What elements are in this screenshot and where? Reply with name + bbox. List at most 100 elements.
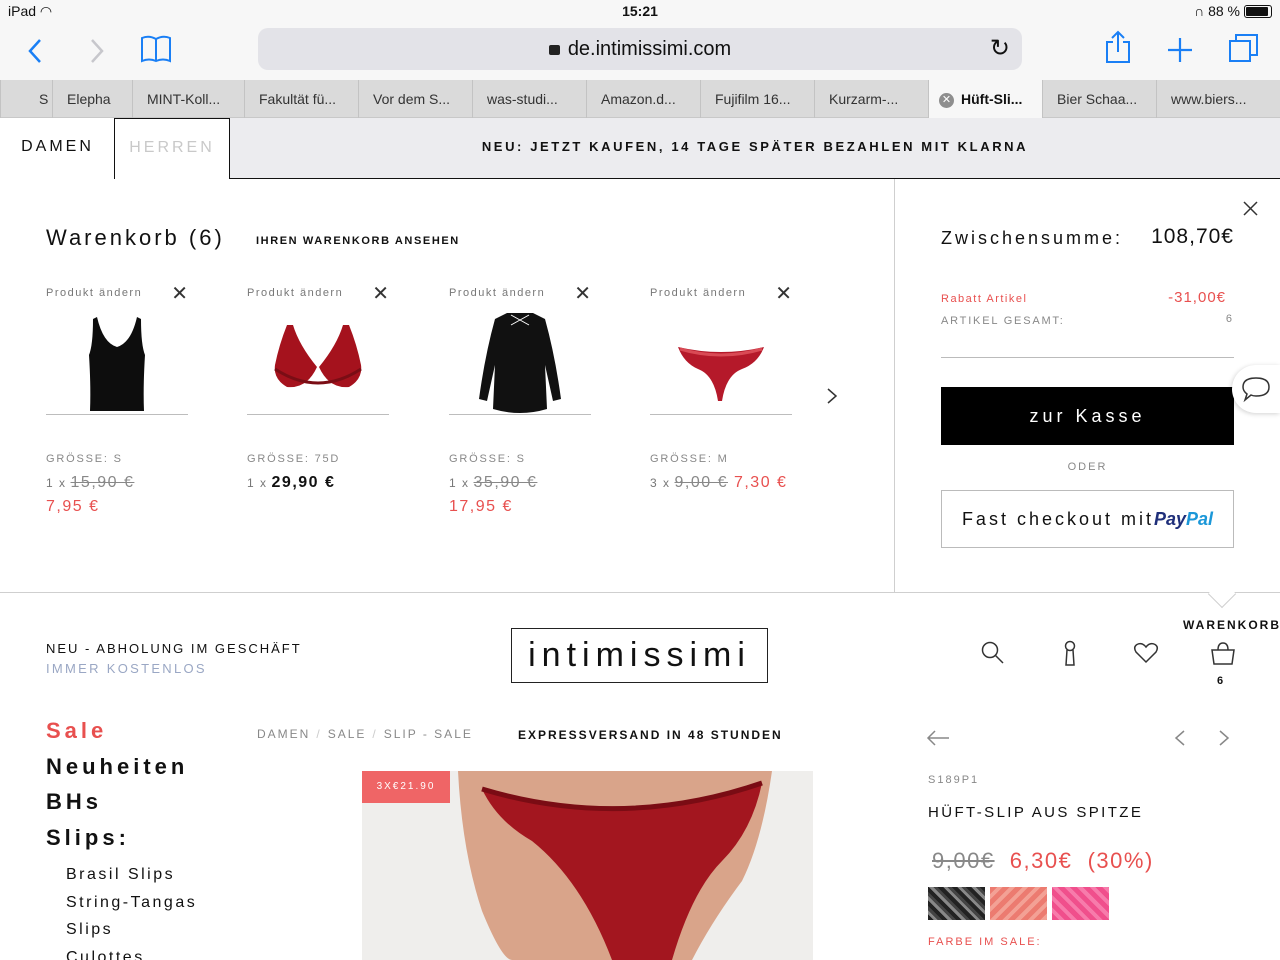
checkout-button[interactable]: zur Kasse [941, 387, 1234, 445]
cart-label[interactable]: WARENKORB [1183, 618, 1280, 632]
clock: 15:21 [622, 3, 658, 19]
submenu-string-tangas[interactable]: String-Tangas [66, 894, 197, 912]
color-swatch-black[interactable] [928, 887, 985, 920]
breadcrumb-slip-sale[interactable]: SLIP - SALE [384, 727, 473, 741]
tabs-overview-icon[interactable] [1228, 32, 1260, 64]
menu-slips[interactable]: Slips: [46, 825, 130, 851]
tab[interactable]: Fakultät fü... [244, 80, 358, 118]
promo-banner: NEU: JETZT KAUFEN, 14 TAGE SPÄTER BEZAHL… [230, 118, 1280, 178]
product-sku: S189P1 [928, 774, 980, 786]
shopping-bag-icon[interactable] [1210, 642, 1236, 666]
cart-count: 6 [1216, 675, 1224, 687]
subtotal-value: 108,70€ [1151, 225, 1234, 248]
url-text: de.intimissimi.com [567, 38, 732, 60]
remove-item-icon[interactable]: ✕ [775, 281, 792, 306]
tab[interactable]: Elepha [52, 80, 132, 118]
headphones-icon: ∩ [1194, 3, 1205, 19]
cart-flyout: Warenkorb (6) IHREN WARENKORB ANSEHEN Pr… [0, 179, 1280, 593]
prev-product-icon[interactable] [1174, 729, 1186, 747]
next-product-icon[interactable] [1218, 729, 1230, 747]
submenu-brasil-slips[interactable]: Brasil Slips [66, 866, 175, 884]
paypal-checkout-button[interactable]: Fast checkout mitPayPal [941, 490, 1234, 548]
product-name: HÜFT-SLIP AUS SPITZE [928, 804, 1144, 821]
product-image[interactable] [650, 305, 792, 415]
address-bar[interactable]: de.intimissimi.com ↻ [258, 28, 1022, 70]
forward-icon[interactable] [88, 38, 106, 64]
edit-product-link[interactable]: Produkt ändern [46, 287, 142, 299]
item-size: GRÖSSE: 75D [247, 453, 341, 465]
tab-bar: S Elepha MINT-Koll... Fakultät fü... Vor… [0, 80, 1280, 118]
item-size: GRÖSSE: S [46, 453, 123, 465]
tab[interactable]: S [0, 80, 52, 118]
item-price: 1 x 29,90 € [247, 474, 336, 491]
item-size: GRÖSSE: M [650, 453, 729, 465]
tab[interactable]: Kurzarm-... [814, 80, 928, 118]
store-locator-icon[interactable] [1060, 640, 1080, 666]
discount-label: Rabatt Artikel [941, 293, 1028, 305]
browser-toolbar: de.intimissimi.com ↻ [0, 22, 1280, 80]
total-items-label: ARTIKEL GESAMT: [941, 315, 1065, 327]
summary-divider [941, 357, 1234, 358]
remove-item-icon[interactable]: ✕ [372, 281, 389, 306]
menu-neuheiten[interactable]: Neuheiten [46, 754, 188, 780]
new-tab-icon[interactable] [1166, 36, 1194, 64]
status-bar: iPad ◠ 15:21 ∩ 88 % [0, 0, 1280, 22]
breadcrumb: DAMEN / SALE / SLIP - SALE [257, 727, 473, 741]
tab[interactable]: MINT-Koll... [132, 80, 244, 118]
remove-item-icon[interactable]: ✕ [574, 281, 591, 306]
search-icon[interactable] [981, 641, 1005, 665]
product-image[interactable] [247, 305, 389, 415]
share-icon[interactable] [1104, 30, 1132, 64]
color-swatch-coral[interactable] [990, 887, 1047, 920]
menu-sale[interactable]: Sale [46, 718, 107, 744]
menu-bhs[interactable]: BHs [46, 789, 102, 815]
close-tab-icon[interactable]: ✕ [939, 92, 954, 108]
reload-icon[interactable]: ↻ [990, 28, 1010, 70]
product-image[interactable] [449, 305, 591, 415]
pickup-notice[interactable]: NEU - ABHOLUNG IM GESCHÄFT [46, 641, 302, 656]
tab-active[interactable]: ✕ Hüft-Sli... [928, 80, 1042, 118]
lock-icon [548, 45, 560, 55]
battery-icon [1244, 5, 1272, 18]
breadcrumb-sale[interactable]: SALE [328, 727, 367, 741]
tab[interactable]: was-studi... [472, 80, 586, 118]
bookmarks-icon[interactable] [140, 34, 172, 64]
product-image[interactable] [46, 305, 188, 415]
or-label: ODER [1067, 461, 1108, 473]
cart-divider [894, 179, 895, 593]
subtotal-label: Zwischensumme: [941, 228, 1124, 248]
next-items-icon[interactable] [826, 387, 838, 405]
express-shipping-notice: EXPRESSVERSAND IN 48 STUNDEN [518, 728, 783, 742]
breadcrumb-damen[interactable]: DAMEN [257, 727, 310, 741]
edit-product-link[interactable]: Produkt ändern [247, 287, 343, 299]
sale-colors-label: FARBE IM SALE: [928, 936, 1042, 948]
color-swatch-pink[interactable] [1052, 887, 1109, 920]
item-size: GRÖSSE: S [449, 453, 526, 465]
back-arrow-icon[interactable] [926, 730, 950, 746]
tab[interactable]: Fujifilm 16... [700, 80, 814, 118]
item-price: 1 x 15,90 €7,95 € [46, 474, 135, 515]
tab-herren[interactable]: HERREN [114, 118, 230, 179]
remove-item-icon[interactable]: ✕ [171, 281, 188, 306]
edit-product-link[interactable]: Produkt ändern [650, 287, 746, 299]
site-logo[interactable]: intimissimi [511, 628, 768, 683]
submenu-slips[interactable]: Slips [66, 921, 113, 939]
tab[interactable]: Vor dem S... [358, 80, 472, 118]
battery-label: ∩ 88 % [1194, 3, 1240, 19]
tab[interactable]: www.biers... [1156, 80, 1270, 118]
promo-badge: 3X€21.90 [362, 771, 450, 803]
total-items-value: 6 [1225, 313, 1232, 325]
tab[interactable]: Bier Schaa... [1042, 80, 1156, 118]
view-cart-link[interactable]: IHREN WARENKORB ANSEHEN [256, 235, 460, 247]
wishlist-icon[interactable] [1133, 642, 1159, 664]
edit-product-link[interactable]: Produkt ändern [449, 287, 545, 299]
submenu-culottes[interactable]: Culottes [66, 949, 145, 960]
chat-button[interactable] [1232, 365, 1280, 413]
back-icon[interactable] [26, 38, 44, 64]
tab[interactable]: Amazon.d... [586, 80, 700, 118]
site-nav: DAMEN HERREN NEU: JETZT KAUFEN, 14 TAGE … [0, 118, 1280, 179]
close-cart-icon[interactable] [1243, 201, 1258, 216]
item-price: 1 x 35,90 €17,95 € [449, 474, 538, 515]
product-price: 9,00€ 6,30€ (30%) [932, 848, 1154, 873]
tab-damen[interactable]: DAMEN [0, 118, 115, 179]
